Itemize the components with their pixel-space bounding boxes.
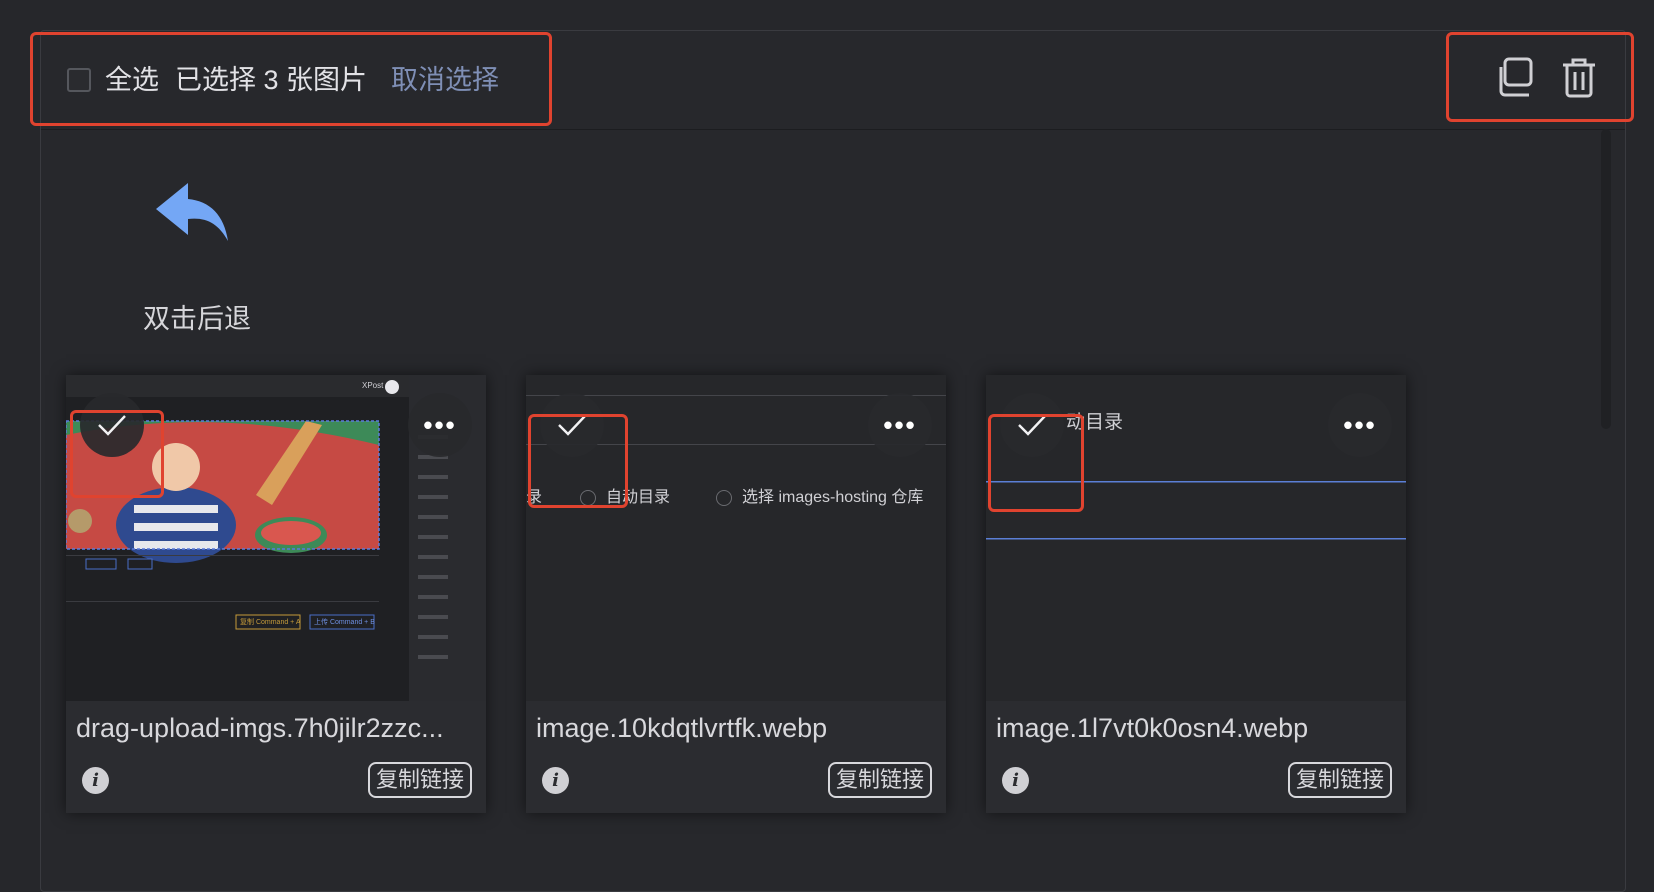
thumb-app-name: XPost — [362, 381, 384, 390]
more-options-button[interactable]: ••• — [868, 393, 932, 457]
info-icon[interactable]: i — [1002, 767, 1029, 794]
copy-link-button[interactable]: 复制链接 — [827, 762, 932, 798]
copy-link-button[interactable]: 复制链接 — [1287, 762, 1392, 798]
more-options-button[interactable]: ••• — [408, 393, 472, 457]
scrollbar[interactable] — [1601, 129, 1611, 429]
copy-link-button[interactable]: 复制链接 — [367, 762, 472, 798]
more-options-button[interactable]: ••• — [1328, 393, 1392, 457]
highlight-card-2-check — [528, 414, 628, 508]
back-navigation[interactable]: 双击后退 — [137, 179, 251, 349]
image-filename: drag-upload-imgs.7h0jilr2zzc... — [76, 713, 444, 743]
image-filename: image.10kdqtlvrtfk.webp — [536, 713, 828, 743]
more-icon: ••• — [1343, 409, 1377, 440]
highlight-toolbar-actions — [1446, 32, 1634, 122]
thumb-upload-btn: 上传 Command + B — [314, 619, 375, 626]
image-filename: image.1l7vt0k0osn4.webp — [996, 713, 1309, 743]
back-arrow-icon — [156, 183, 228, 241]
info-icon[interactable]: i — [82, 767, 109, 794]
highlight-card-3-check — [988, 414, 1084, 512]
info-icon[interactable]: i — [542, 767, 569, 794]
thumb-copy-btn: 复制 Command + A — [240, 619, 301, 626]
thumb-option-repo: 选择 images-hosting 仓库 — [716, 483, 923, 507]
highlight-selection-info — [30, 32, 552, 126]
more-icon: ••• — [423, 409, 457, 440]
highlight-card-1-check — [70, 410, 164, 498]
back-label: 双击后退 — [143, 304, 251, 334]
more-icon: ••• — [883, 409, 917, 440]
